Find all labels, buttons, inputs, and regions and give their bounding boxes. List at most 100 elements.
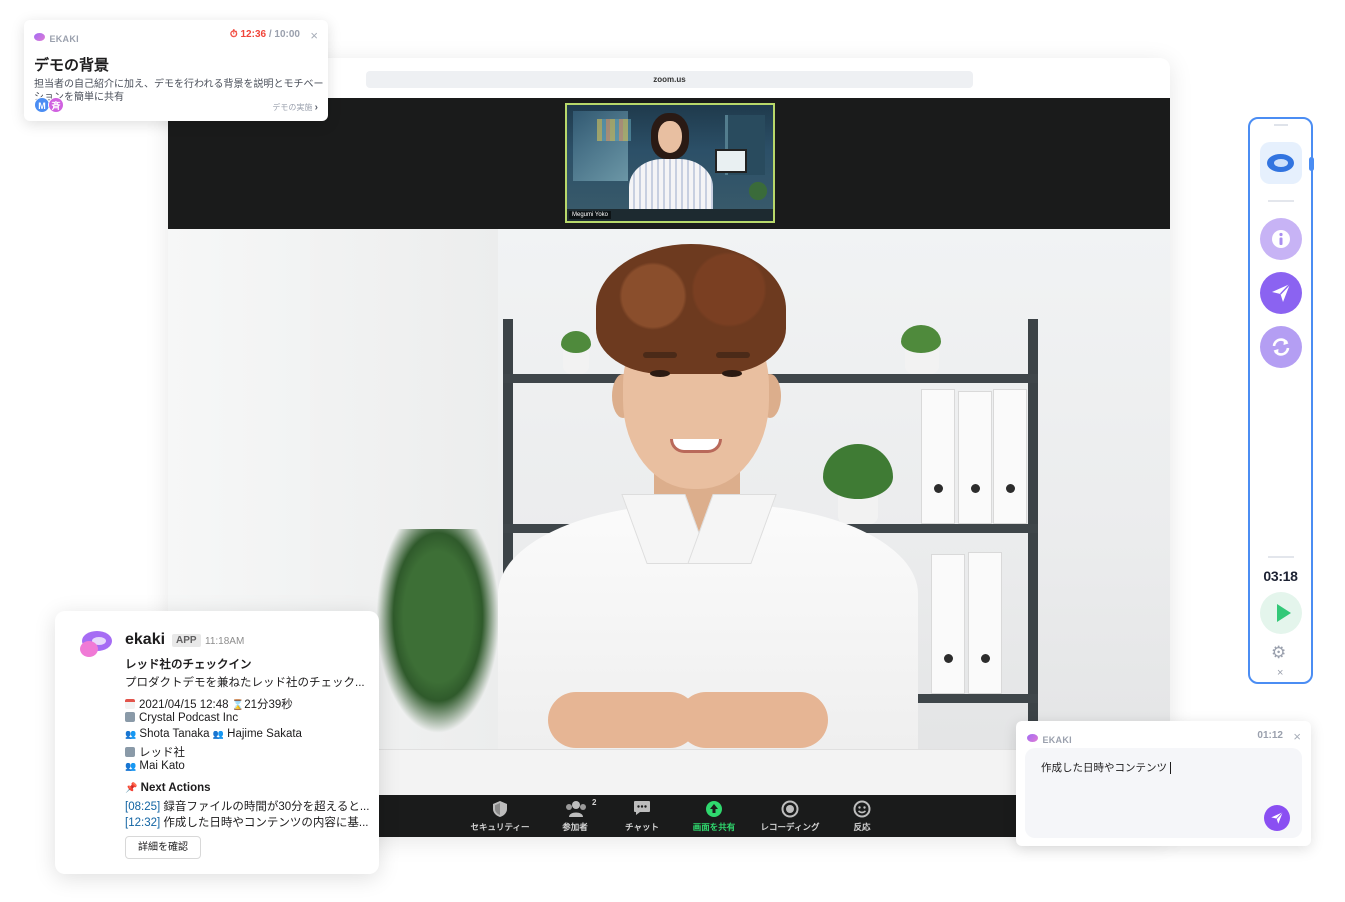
people-icon: 👥 [125, 761, 137, 771]
drag-handle[interactable] [1274, 124, 1288, 126]
brand-name: EKAKI [49, 34, 79, 44]
shield-icon [490, 800, 510, 818]
ekaki-side-panel: 03:18 ⚙ × [1248, 117, 1314, 684]
next-actions-heading: 📌 Next Actions [125, 782, 211, 794]
reaction-button[interactable]: 反応 [819, 797, 905, 835]
participant-count: 2 [592, 798, 597, 807]
people-icon: 👥 [125, 729, 137, 739]
reaction-icon [852, 800, 872, 818]
close-icon[interactable]: × [1277, 667, 1283, 679]
ekaki-logo-icon [1267, 154, 1294, 172]
stopwatch-icon: ⏱ [229, 29, 238, 40]
next-actions-title: Next Actions [140, 782, 211, 794]
company-row: Crystal Podcast Inc [125, 712, 238, 724]
next-agenda-link[interactable]: デモの実施 › [272, 102, 318, 113]
panel-toggle-tab[interactable] [1309, 157, 1314, 171]
app-badge: APP [172, 634, 201, 647]
info-button[interactable] [1260, 218, 1302, 260]
note-timestamp: 01:12 [1257, 730, 1283, 741]
refresh-button[interactable] [1260, 326, 1302, 368]
close-icon[interactable]: × [1293, 730, 1301, 743]
attendees-row: 👥 Mai Kato [125, 760, 185, 772]
company-name: Crystal Podcast Inc [139, 712, 239, 724]
ekaki-logo-icon [1027, 733, 1038, 742]
avatar[interactable]: 斉 [48, 97, 64, 113]
record-icon [780, 800, 800, 818]
url-bar[interactable]: zoom.us [366, 71, 973, 88]
main-speaker [438, 244, 978, 795]
text-cursor [1170, 762, 1171, 774]
thumb-person-face [658, 121, 682, 153]
reaction-label: 反応 [853, 822, 871, 832]
action-timestamp-link[interactable]: 12:32 [128, 817, 157, 829]
security-label: セキュリティー [470, 822, 530, 832]
chevron-right-icon: › [314, 102, 318, 113]
action-timestamp-link[interactable]: 08:25 [128, 801, 157, 813]
message-time[interactable]: 11:18AM [205, 636, 244, 647]
office-icon [125, 747, 135, 757]
calendar-icon [125, 699, 135, 709]
attendees-row: 👥 Shota Tanaka 👥 Hajime Sakata [125, 728, 302, 740]
compose-header: EKAKI [1027, 730, 1072, 748]
note-compose-widget: EKAKI 01:12 × 作成した日時やコンテンツ [1016, 721, 1311, 846]
company-row: レッド社 [125, 744, 185, 760]
send-note-button[interactable] [1264, 805, 1290, 831]
meeting-elapsed-time: 03:18 [1263, 568, 1298, 584]
people-icon: 👥 [212, 729, 224, 739]
meeting-date-row: 2021/04/15 12:48 ⌛21分39秒 [125, 696, 293, 712]
attendee: Hajime Sakata [227, 728, 302, 740]
pushpin-icon: 📌 [125, 783, 138, 794]
attendee: Shota Tanaka [139, 728, 210, 740]
note-input[interactable]: 作成した日時やコンテンツ [1025, 748, 1302, 838]
hourglass-icon: ⌛ [231, 700, 245, 711]
play-button[interactable] [1260, 592, 1302, 634]
meeting-duration: 21分39秒 [244, 699, 293, 711]
meeting-summary-message: ekaki APP 11:18AM レッド社のチェックイン プロダクトデモを兼ね… [55, 611, 379, 874]
thumb-plant [745, 173, 771, 203]
action-text: 作成した日時やコンテンツの内容に基... [163, 817, 369, 829]
timer-elapsed: 12:36 [240, 29, 267, 40]
send-button[interactable] [1260, 272, 1302, 314]
speaker-hair [596, 244, 786, 374]
gear-icon[interactable]: ⚙ [1271, 643, 1286, 663]
close-icon[interactable]: × [310, 29, 318, 42]
speaker-hand [678, 692, 828, 748]
agenda-description: 担当者の自己紹介に加え、デモを行われる背景を説明とモチベーションを簡単に共有 [34, 79, 324, 103]
brand-name: EKAKI [1042, 735, 1072, 745]
note-text: 作成した日時やコンテンツ [1041, 760, 1171, 775]
share-screen-button[interactable]: 画面を共有 [671, 797, 757, 835]
chat-icon [632, 800, 652, 818]
send-icon [1270, 283, 1292, 309]
divider [1268, 556, 1294, 558]
participant-thumbnail[interactable]: Megumi Yoko [565, 103, 775, 223]
action-text: 録音ファイルの時間が30分を超えると... [163, 801, 370, 813]
meeting-summary: プロダクトデモを兼ねたレッド社のチェック... [125, 677, 365, 689]
participant-name: Megumi Yoko [569, 211, 612, 219]
note-value: 作成した日時やコンテンツ [1041, 762, 1167, 774]
send-icon [1270, 811, 1284, 828]
agenda-notification: EKAKI ⏱ 12:36 / 10:00 × デモの背景 担当者の自己紹介に加… [24, 20, 328, 121]
ekaki-app-avatar [80, 631, 112, 659]
agenda-timer: ⏱ 12:36 / 10:00 [230, 29, 300, 40]
binder [993, 389, 1027, 524]
speaker-mouth [670, 439, 722, 453]
app-name[interactable]: ekaki [125, 631, 165, 649]
meeting-date: 2021/04/15 12:48 [139, 699, 229, 711]
next-agenda-label: デモの実施 [272, 103, 313, 112]
action-item: [08:25] 録音ファイルの時間が30分を超えると... [125, 801, 370, 813]
thumb-monitor [715, 149, 747, 173]
speaker-brow [643, 352, 677, 358]
view-details-button[interactable]: 詳細を確認 [125, 836, 201, 859]
speaker-hand [548, 692, 698, 748]
security-button[interactable]: セキュリティー [457, 797, 543, 835]
speaker-eye [650, 370, 670, 377]
timer-total: / 10:00 [268, 29, 300, 40]
speaker-eye [722, 370, 742, 377]
attendee: Mai Kato [139, 760, 185, 772]
ekaki-logo-icon [34, 32, 45, 41]
share-screen-icon [704, 800, 724, 818]
refresh-icon [1270, 338, 1292, 363]
participants-icon [565, 800, 586, 818]
ekaki-logo-button[interactable] [1260, 142, 1302, 184]
speaker-brow [716, 352, 750, 358]
